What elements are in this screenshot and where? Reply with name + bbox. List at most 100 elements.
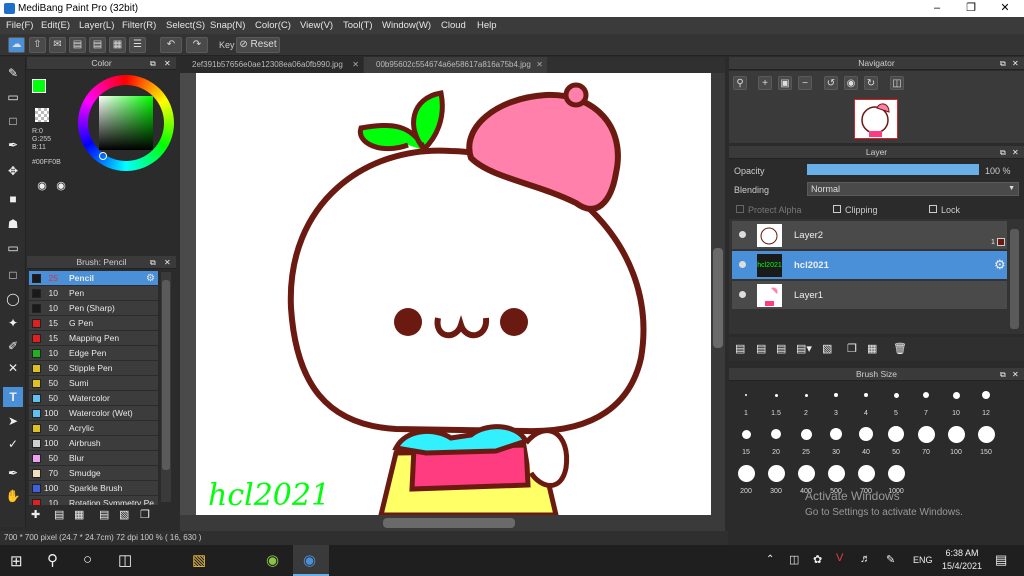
wifi-icon[interactable]: ✿ bbox=[813, 553, 822, 566]
brush-size-option[interactable]: 12 bbox=[971, 385, 1001, 421]
rotate-right-icon[interactable]: ↻ bbox=[864, 76, 878, 90]
menu-view[interactable]: View(V) bbox=[300, 20, 333, 31]
new-8bit-layer-icon[interactable]: ▤ bbox=[776, 342, 786, 355]
clipping-checkbox[interactable] bbox=[833, 205, 841, 213]
visibility-icon[interactable] bbox=[739, 261, 746, 268]
fill-rect-tool-icon[interactable]: ■ bbox=[3, 189, 23, 209]
brush-size-option[interactable]: 20 bbox=[761, 424, 791, 460]
new-layer-icon[interactable]: ▤ bbox=[735, 342, 745, 355]
brush-panel-float-icon[interactable]: ⧉ bbox=[150, 258, 156, 268]
brush-item[interactable]: 50 Stipple Pen bbox=[29, 361, 158, 376]
layer-float-icon[interactable]: ⧉ bbox=[1000, 148, 1006, 158]
navigator-close-icon[interactable]: ✕ bbox=[1012, 59, 1019, 68]
menu-layer[interactable]: Layer(L) bbox=[79, 20, 114, 31]
protect-alpha-checkbox[interactable] bbox=[736, 205, 744, 213]
brush-add-icon[interactable]: ✚ bbox=[31, 508, 40, 521]
eraser-tool-icon[interactable]: ▭ bbox=[3, 87, 23, 107]
brush-item[interactable]: 15 Mapping Pen bbox=[29, 331, 158, 346]
cortana-icon[interactable]: ○ bbox=[83, 551, 92, 568]
palette-icon[interactable]: ◉ bbox=[35, 179, 49, 193]
brush-item[interactable]: 10 Edge Pen bbox=[29, 346, 158, 361]
menu-file[interactable]: File(F) bbox=[6, 20, 33, 31]
search-icon[interactable]: ⚲ bbox=[47, 551, 58, 569]
brush-size-option[interactable]: 4 bbox=[851, 385, 881, 421]
brush-item[interactable]: 50 Watercolor bbox=[29, 391, 158, 406]
brush-size-option[interactable]: 70 bbox=[911, 424, 941, 460]
layer-folder-icon[interactable]: ▧ bbox=[822, 342, 832, 355]
brush-item[interactable]: 100 Watercolor (Wet) bbox=[29, 406, 158, 421]
gear-icon[interactable]: ⚙ bbox=[146, 271, 155, 286]
brush-item[interactable]: 15 G Pen bbox=[29, 316, 158, 331]
brush-item[interactable]: 10 Rotation Symmetry Pe bbox=[29, 496, 158, 505]
antivirus-icon[interactable]: V bbox=[836, 552, 843, 564]
brush-item-selected[interactable]: 25 Pencil ⚙ bbox=[29, 271, 158, 286]
medibang-taskbar-button[interactable]: ◉ bbox=[293, 545, 329, 576]
brush-size-option[interactable]: 150 bbox=[971, 424, 1001, 460]
brush-folder-icon[interactable]: ▧ bbox=[119, 508, 129, 521]
visibility-icon[interactable] bbox=[739, 291, 746, 298]
comment-icon[interactable]: ✉ bbox=[49, 37, 66, 53]
reset-button[interactable]: ⊘ Reset bbox=[236, 37, 280, 53]
brush-size-option[interactable]: 15 bbox=[731, 424, 761, 460]
navigator-float-icon[interactable]: ⧉ bbox=[1000, 59, 1006, 69]
menu-filter[interactable]: Filter(R) bbox=[122, 20, 156, 31]
brush-size-option[interactable]: 7 bbox=[911, 385, 941, 421]
brush-size-option[interactable]: 100 bbox=[941, 424, 971, 460]
menu-color[interactable]: Color(C) bbox=[255, 20, 291, 31]
color-set-icon[interactable]: ◉ bbox=[54, 179, 68, 193]
brush-tool-icon[interactable]: ✎ bbox=[3, 63, 23, 83]
brush-size-option[interactable]: 2 bbox=[791, 385, 821, 421]
canvas-vertical-scrollbar[interactable] bbox=[711, 73, 725, 515]
grid-icon[interactable]: ▦ bbox=[109, 37, 126, 53]
brush-size-option[interactable]: 1.5 bbox=[761, 385, 791, 421]
brush-size-option[interactable]: 30 bbox=[821, 424, 851, 460]
brush-item[interactable]: 100 Sparkle Brush bbox=[29, 481, 158, 496]
brush-new-icon[interactable]: ▤ bbox=[54, 508, 64, 521]
brush-item[interactable]: 10 Pen (Sharp) bbox=[29, 301, 158, 316]
rotate-left-icon[interactable]: ↺ bbox=[824, 76, 838, 90]
language-indicator[interactable]: ENG bbox=[913, 555, 933, 565]
lasso-tool-icon[interactable]: ◯ bbox=[3, 289, 23, 309]
layer-item[interactable]: Layer1 bbox=[732, 281, 1007, 310]
brush-item[interactable]: 10 Pen bbox=[29, 286, 158, 301]
layer-scrollbar[interactable] bbox=[1010, 229, 1019, 329]
brush-size-option[interactable]: 10 bbox=[941, 385, 971, 421]
chevron-up-icon[interactable]: ⌃ bbox=[766, 554, 774, 565]
hand-tool-icon[interactable]: ✋ bbox=[3, 486, 23, 506]
brush-size-option[interactable]: 50 bbox=[881, 424, 911, 460]
share-icon[interactable]: ⇧ bbox=[29, 37, 46, 53]
brush-size-option[interactable]: 25 bbox=[791, 424, 821, 460]
drawing-canvas[interactable]: hcl2021 bbox=[196, 73, 711, 518]
menu-snap[interactable]: Snap(N) bbox=[210, 20, 245, 31]
delete-layer-icon[interactable]: 🗑 bbox=[893, 342, 907, 355]
brush-scroll-thumb[interactable] bbox=[162, 280, 170, 470]
tab-close-icon[interactable]: ✕ bbox=[536, 57, 543, 73]
flip-icon[interactable]: ◫ bbox=[890, 76, 904, 90]
file-explorer-icon[interactable]: ▧ bbox=[192, 551, 206, 569]
brush-size-float-icon[interactable]: ⧉ bbox=[1000, 370, 1006, 380]
maximize-button[interactable]: ❐ bbox=[954, 0, 988, 17]
gear-icon[interactable]: ⚙ bbox=[994, 257, 1006, 273]
vertical-scroll-thumb[interactable] bbox=[713, 248, 723, 348]
taskbar-time[interactable]: 6:38 AM bbox=[944, 548, 980, 558]
dropper-tool-icon[interactable]: ✓ bbox=[3, 434, 23, 454]
pen-icon[interactable]: ✎ bbox=[886, 553, 895, 566]
close-button[interactable]: ✕ bbox=[988, 0, 1022, 17]
notification-icon[interactable]: ▤ bbox=[995, 552, 1007, 568]
cloud-icon[interactable]: ☁ bbox=[8, 37, 25, 53]
menu-window[interactable]: Window(W) bbox=[382, 20, 431, 31]
zoom-in-icon[interactable]: + bbox=[758, 76, 772, 90]
lock-checkbox[interactable] bbox=[929, 205, 937, 213]
magic-wand-tool-icon[interactable]: ✦ bbox=[3, 313, 23, 333]
brush-size-option[interactable]: 200 bbox=[731, 463, 761, 499]
transparent-swatch[interactable] bbox=[35, 108, 49, 122]
visibility-icon[interactable] bbox=[739, 231, 746, 238]
blending-select[interactable]: Normal ▼ bbox=[807, 182, 1019, 196]
brush-size-option[interactable]: 300 bbox=[761, 463, 791, 499]
brush-size-close-icon[interactable]: ✕ bbox=[1012, 370, 1019, 379]
volume-icon[interactable]: ♬ bbox=[860, 553, 871, 565]
duplicate-layer-icon[interactable]: ❐ bbox=[847, 342, 857, 355]
select-pen-tool-icon[interactable]: ✐ bbox=[3, 336, 23, 356]
menu-edit[interactable]: Edit(E) bbox=[41, 20, 70, 31]
brush-copy-icon[interactable]: ▦ bbox=[74, 508, 84, 521]
